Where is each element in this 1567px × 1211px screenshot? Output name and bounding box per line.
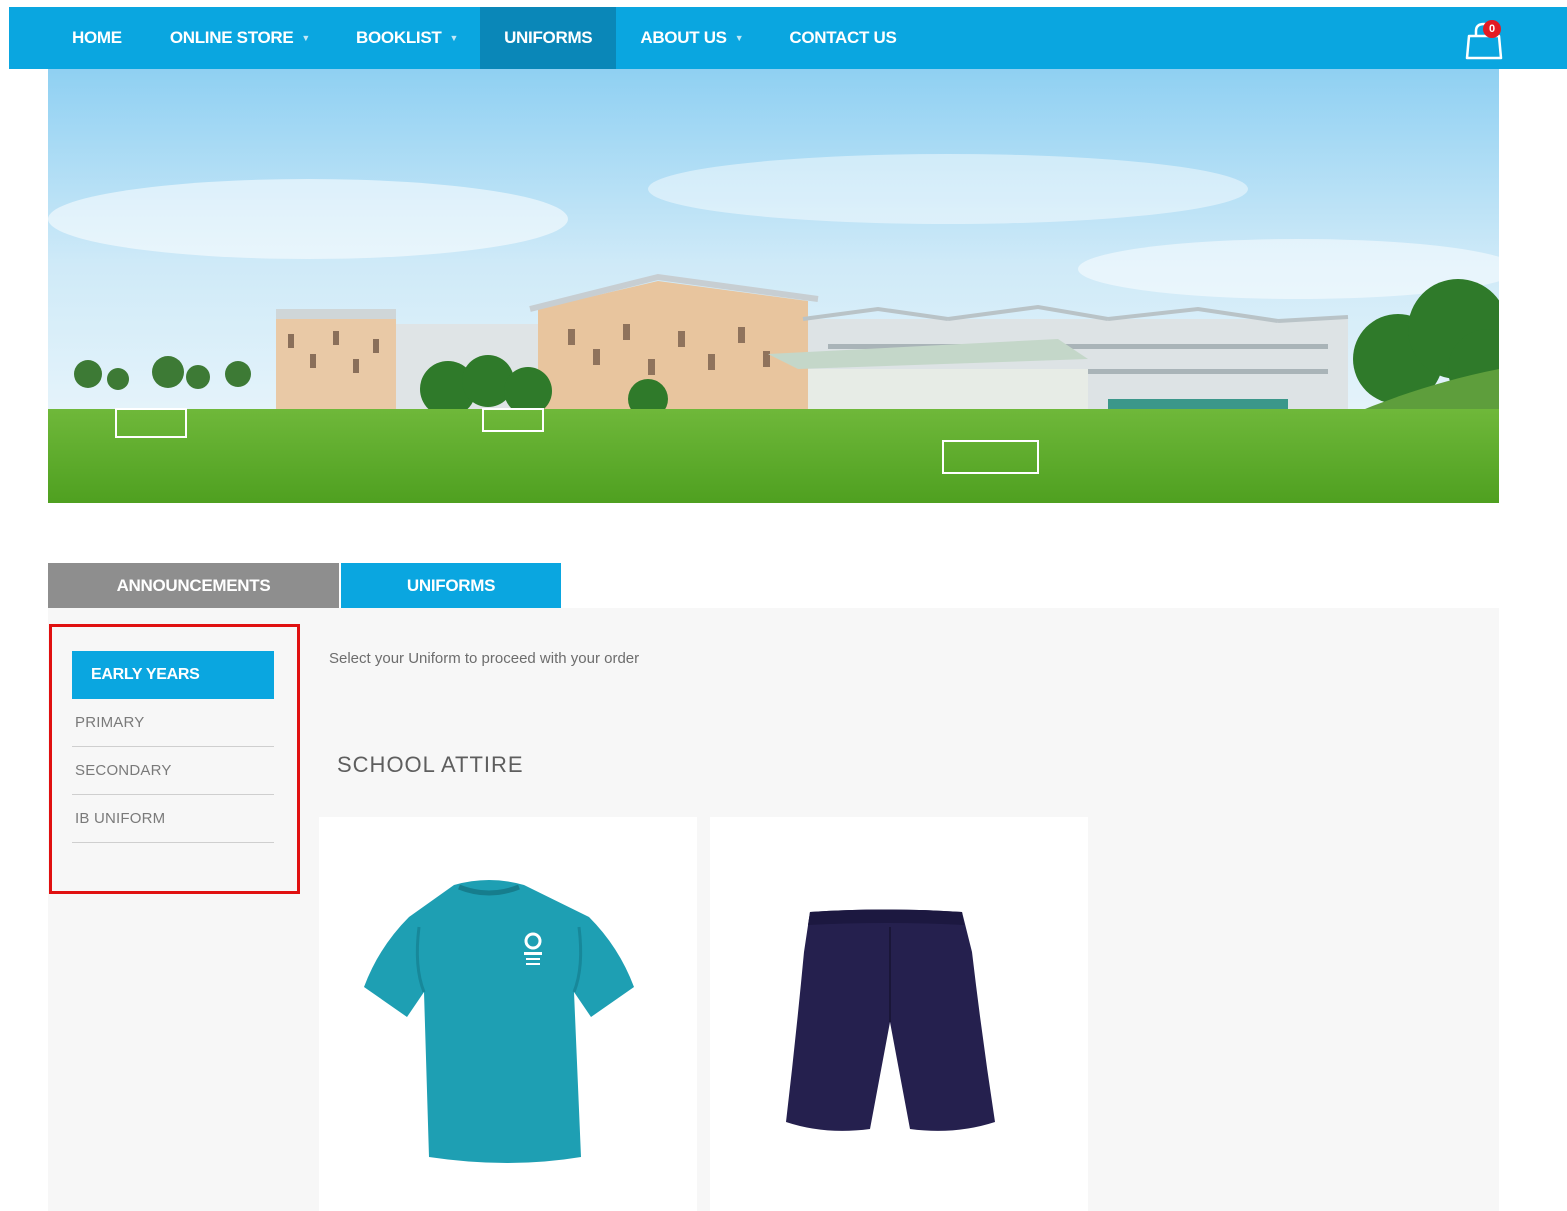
instruction-text: Select your Uniform to proceed with your… — [329, 650, 640, 667]
nav-item-label: ABOUT US — [640, 28, 727, 47]
section-title: SCHOOL ATTIRE — [337, 752, 524, 777]
nav-item-uniforms[interactable]: UNIFORMS — [480, 7, 617, 69]
caret-down-icon: ▼ — [301, 33, 311, 43]
side-item-ib-uniform[interactable]: IB UNIFORM — [72, 795, 274, 843]
nav-item-label: ONLINE STORE — [169, 28, 294, 47]
product-card-shorts[interactable] — [710, 817, 1088, 1211]
side-item-primary[interactable]: PRIMARY — [72, 699, 274, 747]
nav-item-about-us[interactable]: ABOUT US ▼ — [616, 7, 765, 69]
side-item-label: PRIMARY — [75, 714, 145, 731]
tab-label: UNIFORMS — [406, 575, 496, 595]
side-item-label: IB UNIFORM — [75, 810, 166, 827]
nav-item-label: CONTACT US — [789, 28, 897, 47]
tab-announcements[interactable]: ANNOUNCEMENTS — [48, 563, 339, 608]
cart-count-badge: 0 — [1483, 20, 1501, 38]
side-item-label: EARLY YEARS — [91, 666, 200, 683]
cart-button[interactable]: 0 — [1465, 20, 1503, 60]
nav-item-label: UNIFORMS — [504, 28, 593, 47]
category-side-menu: EARLY YEARS PRIMARY SECONDARY IB UNIFORM — [72, 651, 274, 843]
nav-item-label: HOME — [72, 28, 122, 47]
nav-item-online-store[interactable]: ONLINE STORE ▼ — [146, 7, 334, 69]
top-navbar: HOME ONLINE STORE ▼ BOOKLIST ▼ UNIFORMS … — [9, 7, 1567, 69]
tab-bar: ANNOUNCEMENTS UNIFORMS — [48, 563, 561, 608]
page: HOME ONLINE STORE ▼ BOOKLIST ▼ UNIFORMS … — [0, 0, 1567, 1211]
nav-menu: HOME ONLINE STORE ▼ BOOKLIST ▼ UNIFORMS … — [9, 7, 921, 69]
nav-item-home[interactable]: HOME — [9, 7, 146, 69]
navy-shorts-image — [786, 909, 995, 1131]
side-item-early-years[interactable]: EARLY YEARS — [72, 651, 274, 699]
caret-down-icon: ▼ — [449, 33, 459, 43]
side-item-secondary[interactable]: SECONDARY — [72, 747, 274, 795]
hero-banner-image — [48, 69, 1499, 503]
nav-item-booklist[interactable]: BOOKLIST ▼ — [334, 7, 480, 69]
tab-label: ANNOUNCEMENTS — [116, 575, 271, 595]
product-card-tshirt[interactable] — [319, 817, 697, 1211]
caret-down-icon: ▼ — [734, 33, 744, 43]
teal-tshirt-image — [364, 880, 634, 1163]
tab-uniforms[interactable]: UNIFORMS — [341, 563, 561, 608]
side-item-label: SECONDARY — [75, 762, 172, 779]
nav-item-contact-us[interactable]: CONTACT US — [765, 7, 920, 69]
nav-item-label: BOOKLIST — [356, 28, 442, 47]
